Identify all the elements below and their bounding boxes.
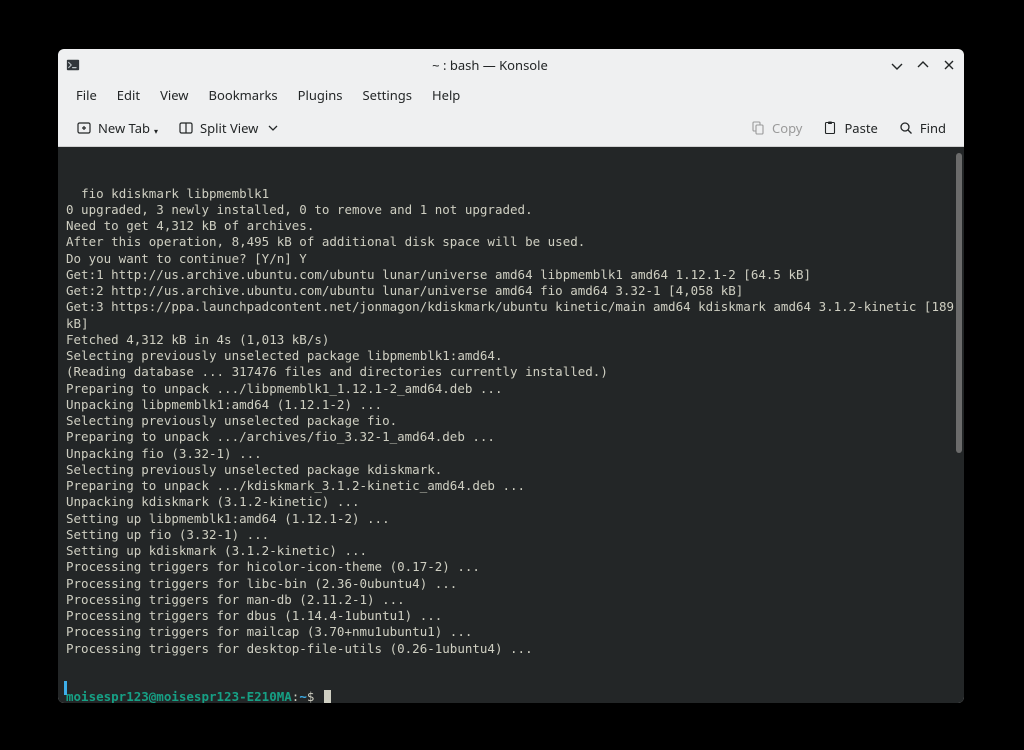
- menu-settings[interactable]: Settings: [353, 82, 422, 108]
- split-view-icon: [178, 120, 194, 136]
- prompt-path: ~: [299, 689, 307, 703]
- text-cursor: [324, 690, 331, 703]
- menu-plugins[interactable]: Plugins: [288, 82, 353, 108]
- chevron-down-icon[interactable]: [268, 123, 278, 133]
- prompt-line: moisespr123@moisespr123-E210MA:~$: [66, 689, 956, 703]
- bottom-indicator: [64, 681, 67, 695]
- window-title: ~ : bash — Konsole: [90, 56, 890, 74]
- toolbar: New Tab ▾ Split View Copy Paste: [58, 109, 964, 147]
- find-label: Find: [920, 119, 946, 137]
- menu-help[interactable]: Help: [422, 82, 470, 108]
- new-tab-icon: [76, 120, 92, 136]
- find-button[interactable]: Find: [890, 115, 954, 141]
- terminal-output: fio kdiskmark libpmemblk10 upgraded, 3 n…: [66, 186, 956, 657]
- split-view-label: Split View: [200, 119, 258, 137]
- menu-bookmarks[interactable]: Bookmarks: [199, 82, 288, 108]
- minimize-button[interactable]: [890, 58, 904, 72]
- search-icon: [898, 120, 914, 136]
- close-button[interactable]: [942, 58, 956, 72]
- copy-label: Copy: [772, 119, 802, 137]
- scrollbar[interactable]: [956, 153, 962, 453]
- konsole-window: ~ : bash — Konsole File Edit View Bookma…: [58, 49, 964, 703]
- menu-view[interactable]: View: [150, 82, 198, 108]
- new-tab-button[interactable]: New Tab ▾: [68, 115, 166, 141]
- maximize-button[interactable]: [916, 58, 930, 72]
- terminal-area[interactable]: fio kdiskmark libpmemblk10 upgraded, 3 n…: [58, 147, 964, 703]
- paste-icon: [822, 120, 838, 136]
- new-tab-label: New Tab: [98, 119, 150, 137]
- app-icon: [66, 58, 80, 72]
- prompt-user: moisespr123@moisespr123-E210MA: [66, 689, 292, 703]
- titlebar: ~ : bash — Konsole: [58, 49, 964, 81]
- menu-file[interactable]: File: [66, 82, 107, 108]
- paste-label: Paste: [844, 119, 877, 137]
- paste-button[interactable]: Paste: [814, 115, 885, 141]
- copy-button[interactable]: Copy: [742, 115, 810, 141]
- new-tab-dropdown-icon: ▾: [154, 126, 158, 137]
- split-view-button[interactable]: Split View: [170, 115, 286, 141]
- menubar: File Edit View Bookmarks Plugins Setting…: [58, 81, 964, 109]
- menu-edit[interactable]: Edit: [107, 82, 150, 108]
- copy-icon: [750, 120, 766, 136]
